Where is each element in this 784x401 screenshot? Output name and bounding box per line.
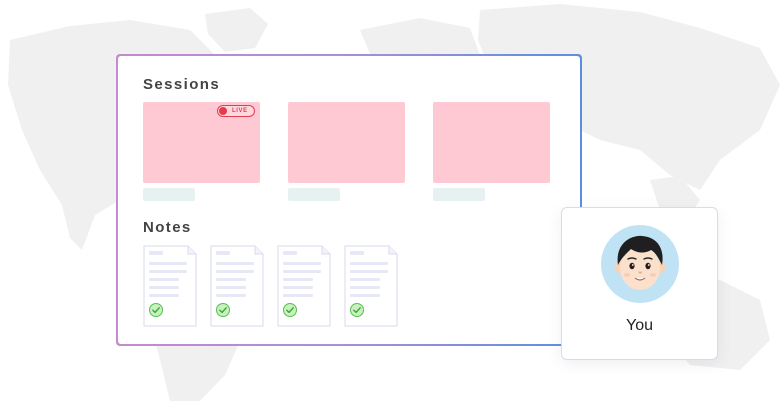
note-document-4[interactable] [344,245,398,327]
workspace-panel: Sessions LIVE Notes [116,54,582,346]
note-document-3[interactable] [277,245,331,327]
session-thumbnail[interactable]: LIVE [143,102,260,183]
session-caption-placeholder [143,188,195,201]
avatar-icon [601,225,679,303]
live-label: LIVE [232,108,248,114]
sessions-heading: Sessions [143,76,221,93]
check-circle-icon [216,303,230,317]
session-card-2[interactable] [288,102,405,201]
notes-heading: Notes [143,219,192,236]
check-circle-icon [283,303,297,317]
participant-card[interactable]: You [561,207,718,360]
check-circle-icon [149,303,163,317]
session-caption-placeholder [433,188,485,201]
check-circle-icon [350,303,364,317]
collaboration-illustration: Sessions LIVE Notes You [0,0,784,401]
note-document-1[interactable] [143,245,197,327]
session-thumbnail[interactable] [433,102,550,183]
note-document-2[interactable] [210,245,264,327]
participant-name: You [626,317,653,334]
session-card-3[interactable] [433,102,550,201]
session-caption-placeholder [288,188,340,201]
session-card-1[interactable]: LIVE [143,102,260,201]
live-dot-icon [219,107,227,115]
session-thumbnail[interactable] [288,102,405,183]
live-badge: LIVE [217,105,255,117]
